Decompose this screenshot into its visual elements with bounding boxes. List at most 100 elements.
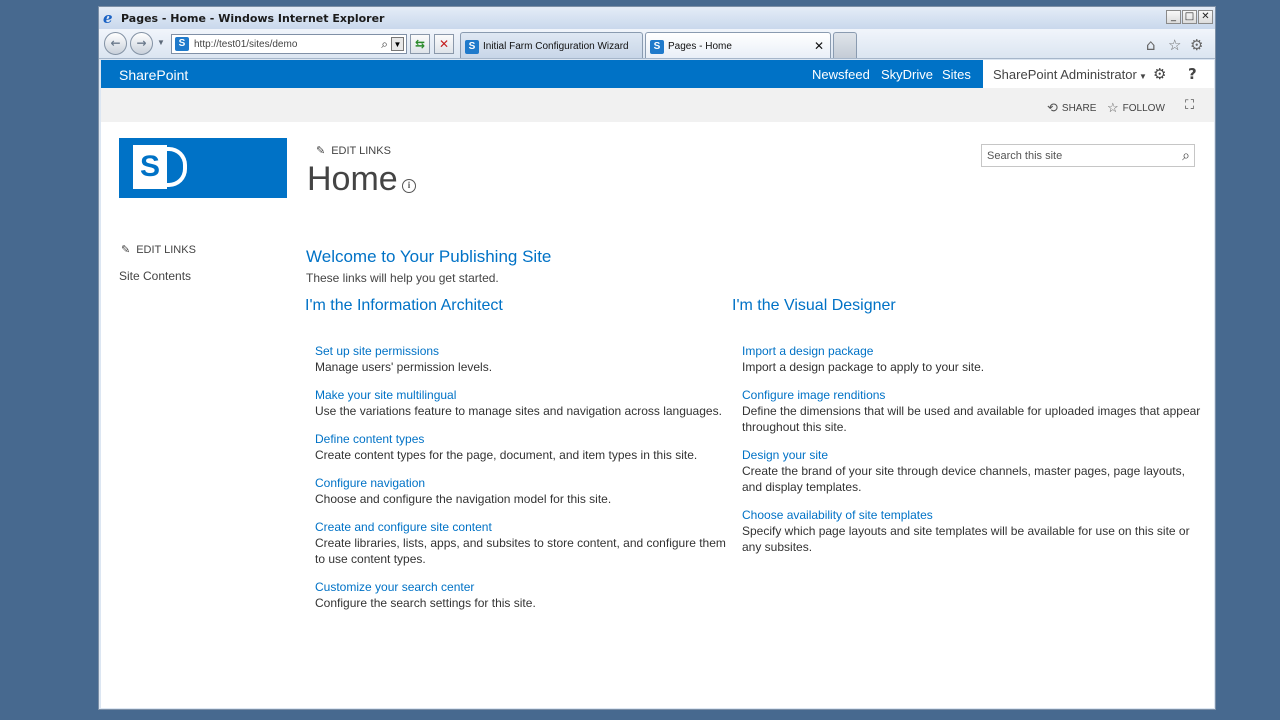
entry-description: Use the variations feature to manage sit… (315, 404, 722, 418)
sharepoint-tab-icon: S (465, 40, 479, 54)
ie-logo-icon: e (103, 8, 113, 27)
link-search-center[interactable]: Customize your search center (315, 579, 735, 595)
follow-star-icon: ☆ (1107, 100, 1119, 115)
welcome-subtitle: These links will help you get started. (306, 271, 499, 285)
follow-label: FOLLOW (1122, 103, 1165, 114)
window-title: Pages - Home - Windows Internet Explorer (121, 11, 385, 25)
suite-user-area: SharePoint Administrator ▼ ⚙ ? (983, 60, 1214, 88)
architect-column: Set up site permissions Manage users' pe… (315, 343, 735, 623)
link-design-site[interactable]: Design your site (742, 447, 1202, 463)
address-search-icon[interactable]: ⌕ (381, 37, 388, 52)
close-tab-icon[interactable]: ✕ (814, 39, 824, 53)
link-configure-navigation[interactable]: Configure navigation (315, 475, 735, 491)
logo-arc (163, 147, 187, 187)
browser-window: e Pages - Home - Windows Internet Explor… (98, 6, 1216, 710)
suite-brand[interactable]: SharePoint (119, 67, 188, 83)
link-content-types[interactable]: Define content types (315, 431, 735, 447)
sharepoint-favicon-icon: S (175, 37, 189, 51)
chevron-down-icon: ▼ (1136, 72, 1147, 81)
left-nav-site-contents[interactable]: Site Contents (119, 269, 191, 283)
search-icon[interactable]: ⌕ (1182, 147, 1190, 164)
suite-bar: SharePoint Newsfeed SkyDrive Sites Share… (101, 60, 1214, 88)
home-icon[interactable]: ⌂ (1146, 36, 1156, 54)
share-label: SHARE (1061, 103, 1097, 114)
new-tab-button[interactable] (833, 32, 857, 58)
address-bar[interactable]: S http://test01/sites/demo ⌕ ▼ (171, 34, 407, 54)
designer-column: Import a design package Import a design … (742, 343, 1202, 567)
edit-links-top[interactable]: ✎ EDIT LINKS (316, 144, 391, 157)
list-item: Create and configure site content Create… (315, 519, 735, 567)
suite-link-sites[interactable]: Sites (942, 67, 971, 82)
focus-on-content-icon[interactable]: ⛶ (1185, 97, 1194, 113)
entry-description: Manage users' permission levels. (315, 360, 493, 374)
tab-label: Pages - Home (668, 41, 732, 52)
link-site-permissions[interactable]: Set up site permissions (315, 343, 735, 359)
link-design-package[interactable]: Import a design package (742, 343, 1202, 359)
share-icon: ⟲ (1047, 100, 1058, 115)
link-image-renditions[interactable]: Configure image renditions (742, 387, 1202, 403)
ribbon-bar: ⟲ SHARE ☆ FOLLOW ⛶ (101, 88, 1214, 122)
edit-links-left[interactable]: ✎ EDIT LINKS (121, 243, 196, 256)
list-item: Choose availability of site templates Sp… (742, 507, 1202, 555)
page-title: Home (307, 160, 398, 198)
tab-pages-home[interactable]: S Pages - Home ✕ (645, 32, 831, 58)
address-text: http://test01/sites/demo (194, 39, 298, 50)
search-placeholder: Search this site (987, 150, 1063, 162)
user-menu[interactable]: SharePoint Administrator ▼ (993, 67, 1147, 82)
sharepoint-logo-icon: S (133, 145, 167, 189)
list-item: Import a design package Import a design … (742, 343, 1202, 375)
welcome-title: Welcome to Your Publishing Site (306, 247, 552, 266)
help-icon[interactable]: ? (1188, 65, 1197, 83)
maximize-button[interactable]: □ (1182, 10, 1197, 24)
link-site-templates[interactable]: Choose availability of site templates (742, 507, 1202, 523)
history-dropdown-icon[interactable]: ▼ (157, 38, 165, 47)
tab-farm-configuration[interactable]: S Initial Farm Configuration Wizard (460, 32, 643, 58)
site-logo[interactable]: S (119, 138, 287, 198)
sharepoint-tab-icon: S (650, 40, 664, 54)
edit-links-label: EDIT LINKS (136, 244, 196, 256)
pencil-icon: ✎ (121, 244, 131, 256)
link-site-content[interactable]: Create and configure site content (315, 519, 735, 535)
list-item: Set up site permissions Manage users' pe… (315, 343, 735, 375)
follow-button[interactable]: ☆ FOLLOW (1107, 100, 1165, 116)
entry-description: Create the brand of your site through de… (742, 464, 1185, 494)
list-item: Design your site Create the brand of you… (742, 447, 1202, 495)
tab-label: Initial Farm Configuration Wizard (483, 41, 629, 52)
back-button[interactable]: ← (104, 32, 127, 55)
refresh-button[interactable]: ⇆ (410, 34, 430, 54)
window-controls: _ □ ✕ (1166, 10, 1213, 24)
suite-link-skydrive[interactable]: SkyDrive (881, 67, 933, 82)
forward-button[interactable]: → (130, 32, 153, 55)
search-input[interactable]: Search this site ⌕ (981, 144, 1195, 167)
stop-button[interactable]: ✕ (434, 34, 454, 54)
title-bar[interactable]: e Pages - Home - Windows Internet Explor… (99, 7, 1215, 29)
page-content: SharePoint Newsfeed SkyDrive Sites Share… (101, 60, 1214, 708)
browser-toolbar: ← → ▼ S http://test01/sites/demo ⌕ ▼ ⇆ ✕… (99, 29, 1215, 59)
suite-link-newsfeed[interactable]: Newsfeed (812, 67, 870, 82)
favorites-star-icon[interactable]: ☆ (1168, 36, 1181, 54)
entry-description: Choose and configure the navigation mode… (315, 492, 612, 506)
list-item: Define content types Create content type… (315, 431, 735, 463)
column-heading-architect: I'm the Information Architect (305, 297, 503, 314)
share-button[interactable]: ⟲ SHARE (1047, 100, 1096, 116)
list-item: Configure image renditions Define the di… (742, 387, 1202, 435)
list-item: Customize your search center Configure t… (315, 579, 735, 611)
settings-gear-icon[interactable]: ⚙ (1153, 65, 1166, 83)
minimize-button[interactable]: _ (1166, 10, 1181, 24)
address-dropdown-icon[interactable]: ▼ (391, 37, 404, 51)
list-item: Make your site multilingual Use the vari… (315, 387, 735, 419)
pencil-icon: ✎ (316, 145, 326, 157)
list-item: Configure navigation Choose and configur… (315, 475, 735, 507)
edit-links-label: EDIT LINKS (331, 145, 391, 157)
link-multilingual[interactable]: Make your site multilingual (315, 387, 735, 403)
entry-description: Define the dimensions that will be used … (742, 404, 1201, 434)
entry-description: Specify which page layouts and site temp… (742, 524, 1190, 554)
tools-gear-icon[interactable]: ⚙ (1190, 36, 1203, 54)
entry-description: Create content types for the page, docum… (315, 448, 698, 462)
entry-description: Configure the search settings for this s… (315, 596, 536, 610)
column-heading-designer: I'm the Visual Designer (732, 297, 896, 314)
close-window-button[interactable]: ✕ (1198, 10, 1213, 24)
entry-description: Create libraries, lists, apps, and subsi… (315, 536, 726, 566)
info-icon[interactable]: i (402, 179, 416, 193)
user-name: SharePoint Administrator (993, 67, 1137, 82)
